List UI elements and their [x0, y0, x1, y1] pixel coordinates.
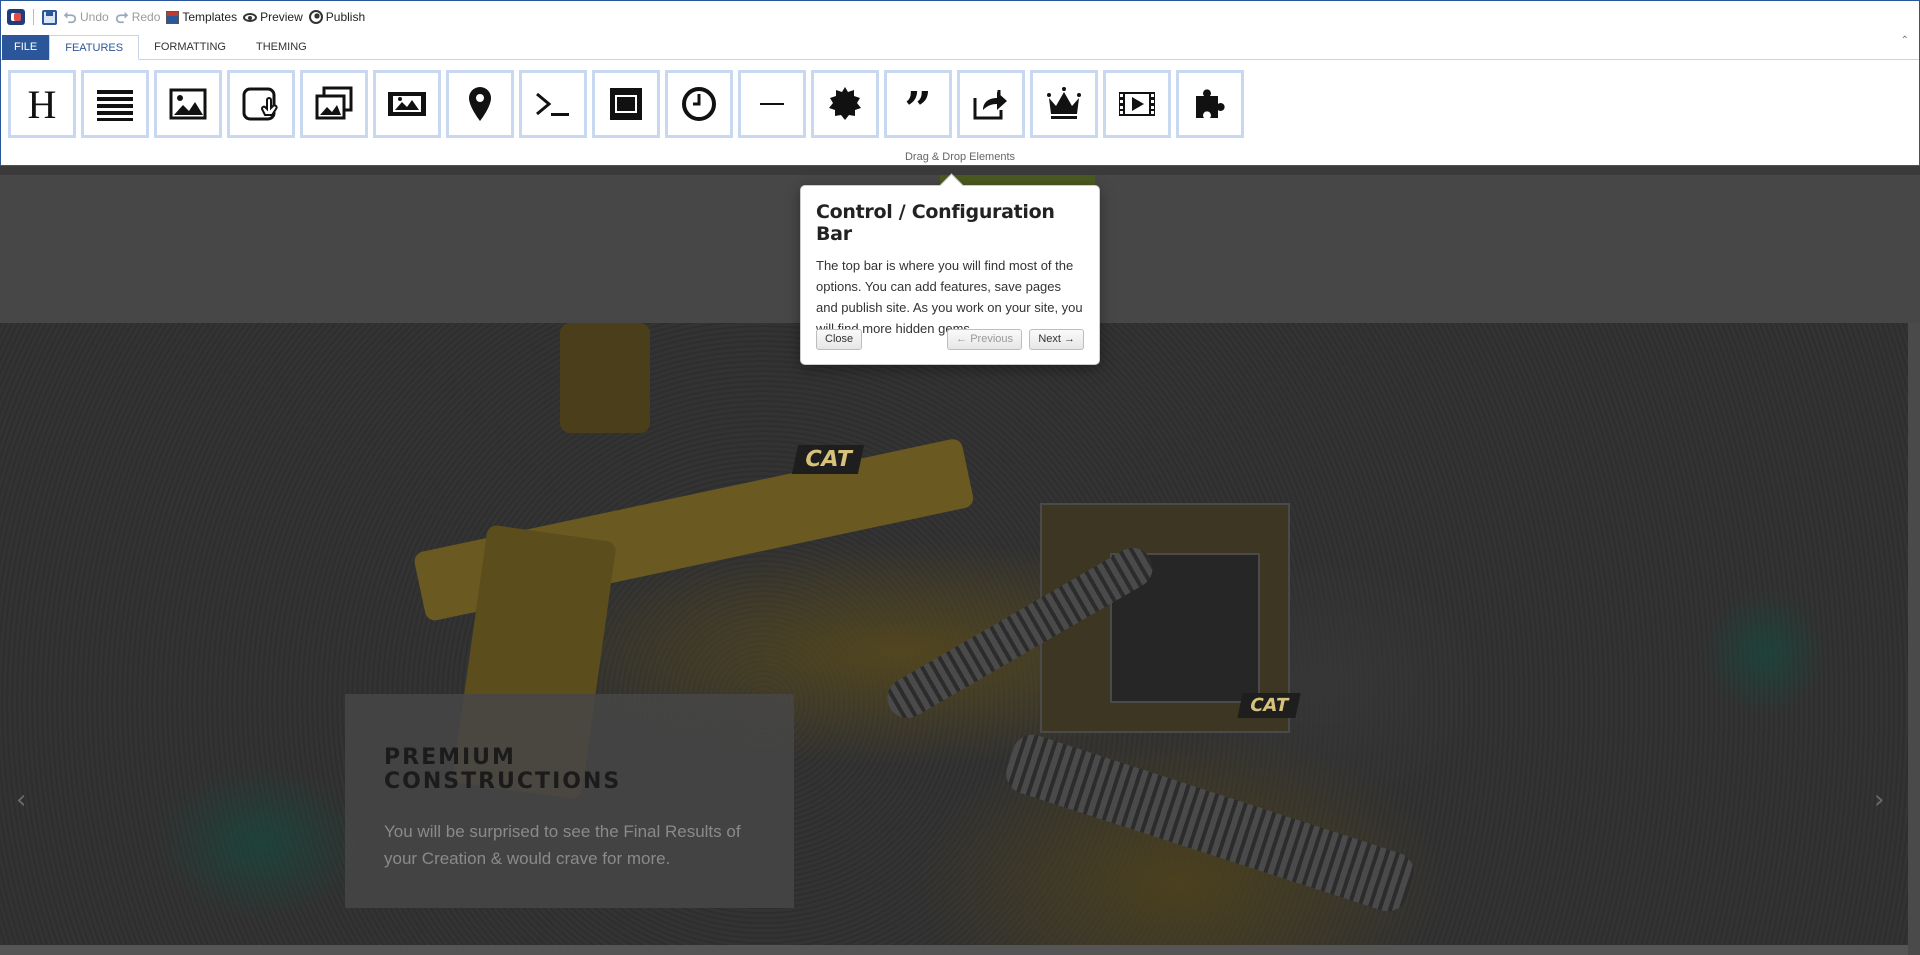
templates-button[interactable]: Templates: [166, 10, 237, 24]
collapse-ribbon-icon[interactable]: ⌃: [1901, 35, 1909, 46]
box-icon: [610, 88, 642, 120]
element-badge[interactable]: [811, 70, 879, 138]
button-icon: [242, 87, 278, 121]
quote-icon: ”: [904, 84, 932, 124]
hero-text: You will be surprised to see the Final R…: [384, 822, 741, 868]
close-button[interactable]: Close: [816, 329, 863, 350]
map-marker-icon: [469, 87, 491, 121]
popover-body: The top bar is where you will find most …: [816, 258, 1083, 336]
element-heading[interactable]: H: [8, 70, 76, 138]
element-paragraph[interactable]: [81, 70, 149, 138]
tab-file[interactable]: FILE: [2, 35, 50, 60]
slider-prev-arrow[interactable]: ‹: [16, 785, 26, 815]
svg-text:”: ”: [904, 84, 932, 124]
video-icon: [1119, 92, 1155, 116]
save-icon[interactable]: [42, 9, 57, 25]
preview-button[interactable]: Preview: [243, 10, 303, 24]
elements-group-label: Drag & Drop Elements: [904, 151, 1016, 163]
divider-icon: [760, 103, 784, 105]
next-button[interactable]: Next →: [1029, 329, 1084, 350]
drag-drop-elements: H ”: [8, 70, 1244, 138]
publish-label: Publish: [325, 10, 366, 24]
scrollbar-track[interactable]: [1908, 323, 1920, 955]
code-icon: [536, 92, 569, 116]
popover-actions: Close ← Previous Next →: [816, 329, 1084, 351]
image-icon: [169, 88, 207, 120]
paragraph-icon: [97, 90, 133, 121]
heading-icon: H: [28, 84, 57, 124]
hero-title: PREMIUM CONSTRUCTIONS: [384, 745, 622, 794]
slider-next-arrow[interactable]: ›: [1874, 785, 1884, 815]
element-divider[interactable]: [738, 70, 806, 138]
share-icon: [973, 90, 1007, 120]
publish-button[interactable]: Publish: [308, 10, 366, 24]
hero-bottom-strip: [0, 945, 1908, 955]
popover-title: Control / Configuration Bar: [816, 201, 1055, 245]
element-code[interactable]: [519, 70, 587, 138]
hero-caption: PREMIUM CONSTRUCTIONS You will be surpri…: [345, 694, 794, 908]
plugin-icon: [1196, 89, 1225, 118]
excavator-track: [1001, 729, 1419, 917]
undo-icon: [63, 11, 77, 24]
quick-access-toolbar: Undo Redo Templates Preview Publish: [7, 7, 365, 27]
previous-button[interactable]: ← Previous: [947, 329, 1022, 350]
element-gallery[interactable]: [300, 70, 368, 138]
templates-icon: [166, 10, 180, 24]
element-box[interactable]: [592, 70, 660, 138]
element-image[interactable]: [154, 70, 222, 138]
element-video[interactable]: [1103, 70, 1171, 138]
element-countdown[interactable]: [665, 70, 733, 138]
element-quote[interactable]: ”: [884, 70, 952, 138]
cat-badge: CAT: [1237, 693, 1301, 718]
element-pricing[interactable]: [1030, 70, 1098, 138]
redo-icon: [115, 11, 128, 24]
preview-label: Preview: [260, 10, 303, 24]
slider-icon: [388, 92, 426, 116]
element-button[interactable]: [227, 70, 295, 138]
tab-theming[interactable]: THEMING: [241, 35, 322, 60]
cat-badge: CAT: [791, 445, 865, 474]
element-plugin[interactable]: [1176, 70, 1244, 138]
gallery-icon: [315, 86, 353, 120]
undo-label: Undo: [80, 10, 109, 24]
badge-icon: [829, 87, 861, 120]
svg-text:H: H: [28, 84, 57, 124]
app-logo-icon[interactable]: [7, 9, 25, 25]
toolbar-divider: [33, 9, 34, 25]
templates-label: Templates: [182, 10, 238, 24]
eye-icon: [243, 12, 258, 22]
clock-icon: [682, 87, 716, 121]
redo-label: Redo: [131, 10, 161, 24]
excavator-bucket: [560, 323, 650, 433]
element-share[interactable]: [957, 70, 1025, 138]
header-accent: [940, 175, 1095, 185]
hero-slider: CAT CAT: [0, 323, 1908, 955]
crown-icon: [1047, 87, 1081, 119]
globe-icon: [308, 10, 323, 24]
control-configuration-bar: Undo Redo Templates Preview Publish FILE…: [0, 0, 1920, 166]
tab-features[interactable]: FEATURES: [49, 35, 140, 60]
redo-button[interactable]: Redo: [115, 10, 161, 24]
tab-formatting[interactable]: FORMATTING: [139, 35, 241, 60]
tour-popover: Control / Configuration Bar The top bar …: [800, 185, 1100, 365]
ribbon-tabs: FILE FEATURES FORMATTING THEMING: [2, 35, 322, 60]
element-slider[interactable]: [373, 70, 441, 138]
element-map[interactable]: [446, 70, 514, 138]
undo-button[interactable]: Undo: [63, 10, 109, 24]
